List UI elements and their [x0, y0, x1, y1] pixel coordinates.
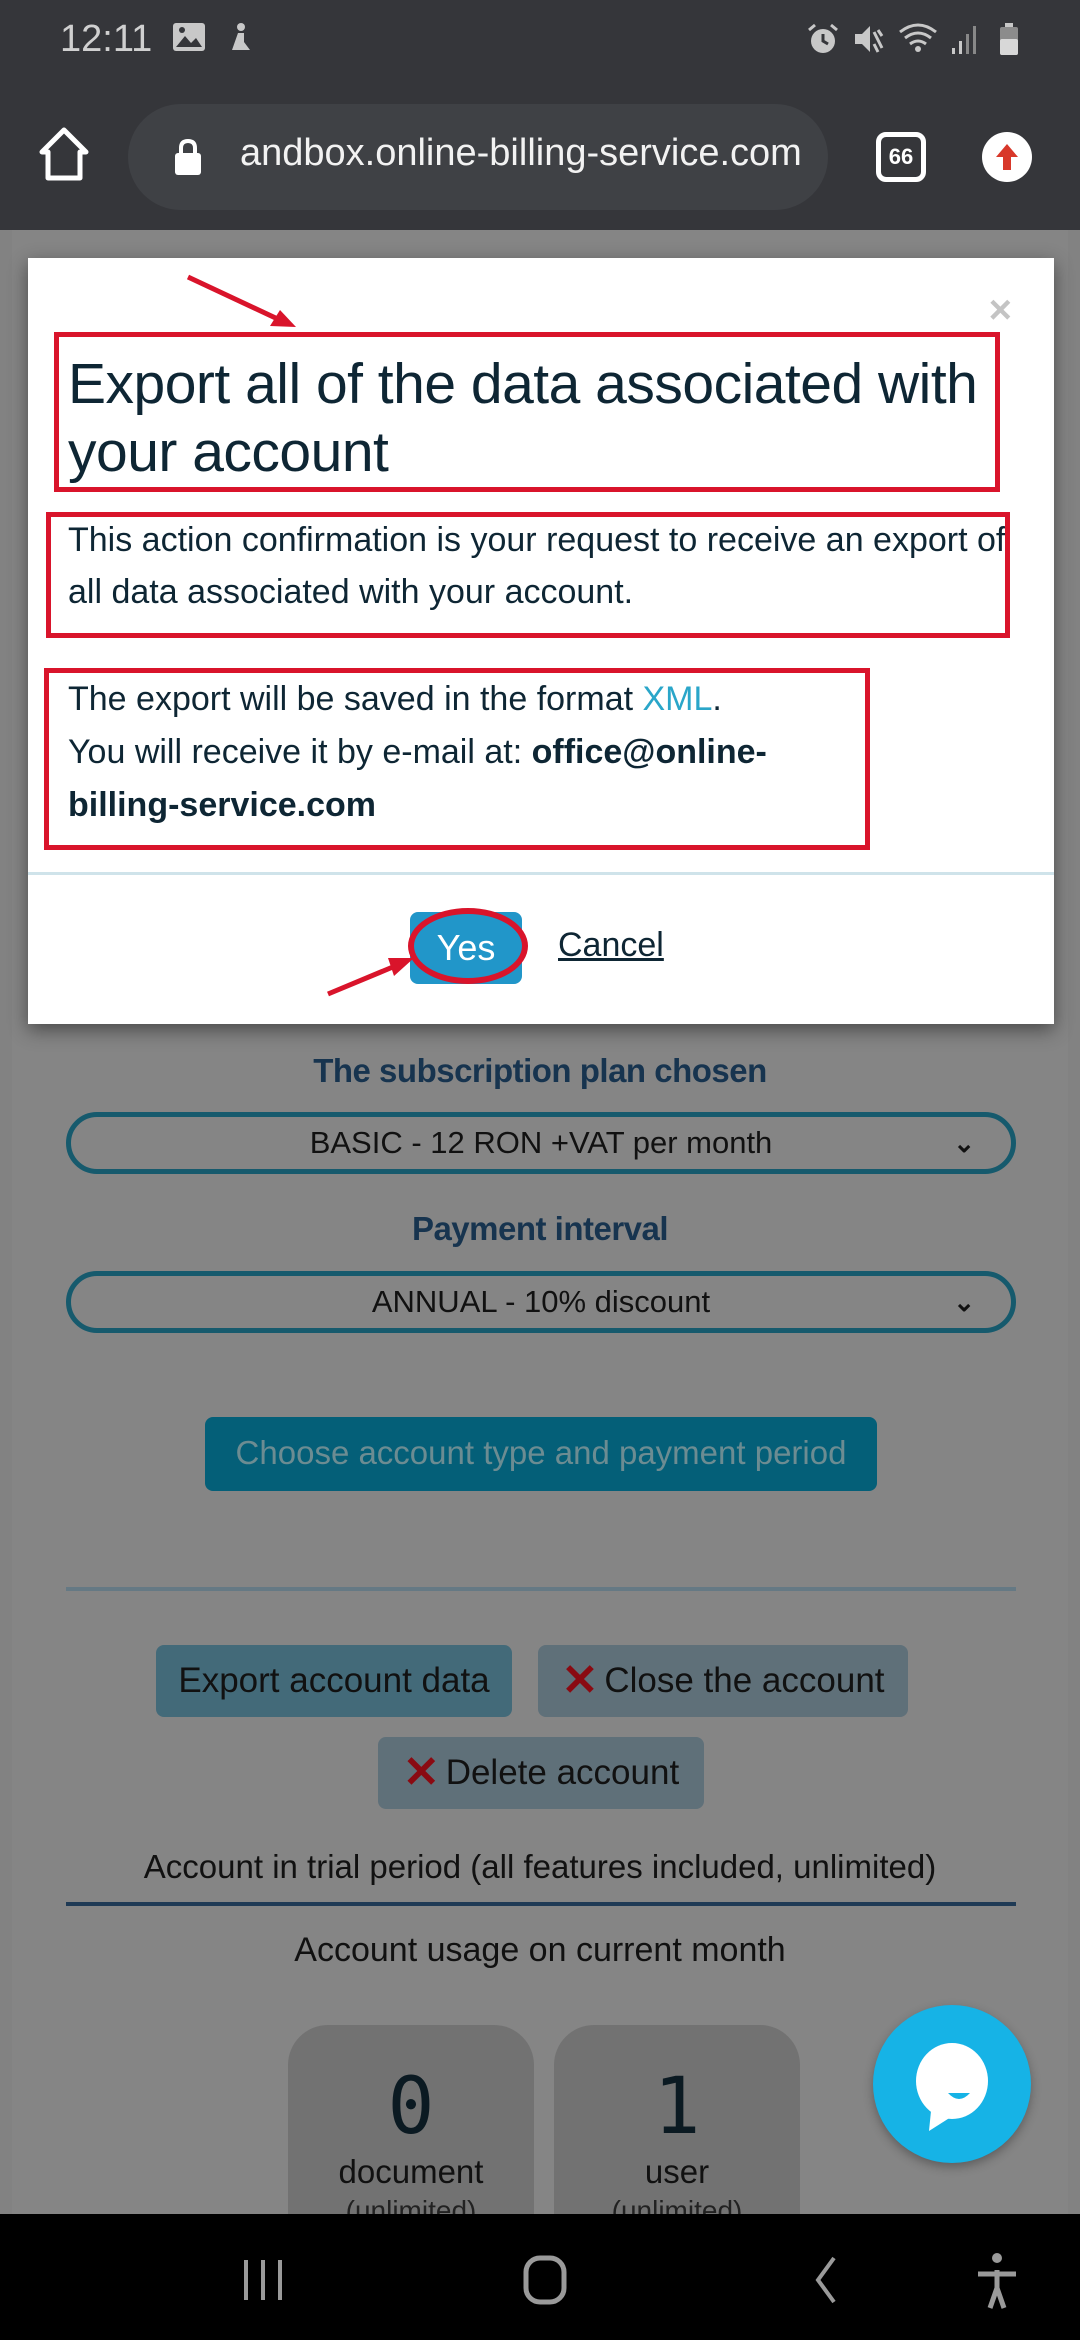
subscription-plan-label: The subscription plan chosen — [313, 1052, 767, 1089]
delete-account-label: Delete account — [445, 1753, 680, 1792]
close-modal-button[interactable]: × — [989, 288, 1012, 333]
export-account-data-label: Export account data — [178, 1661, 490, 1700]
chat-widget-button[interactable] — [873, 2005, 1031, 2163]
url-text[interactable]: andbox.online-billing-service.com — [240, 132, 802, 175]
choose-account-type-button[interactable]: Choose account type and payment period — [205, 1417, 877, 1491]
subscription-plan-value: BASIC - 12 RON +VAT per month — [309, 1125, 773, 1160]
gallery-icon — [172, 22, 206, 60]
browser-toolbar: andbox.online-billing-service.com 66 — [0, 84, 1080, 230]
tab-switcher-button[interactable]: 66 — [876, 132, 926, 182]
usage-title: Account usage on current month — [294, 1931, 786, 1969]
home-button[interactable] — [36, 124, 92, 184]
modal-divider — [28, 872, 1054, 875]
email-prefix: You will receive it by e-mail at: — [68, 733, 532, 771]
usage-label: document — [338, 2153, 484, 2190]
alarm-icon — [806, 22, 840, 64]
payment-interval-label: Payment interval — [411, 1210, 669, 1247]
modal-title: Export all of the data associated with y… — [68, 352, 978, 484]
close-account-label: Close the account — [604, 1661, 885, 1700]
signal-icon — [950, 22, 980, 64]
accessibility-notification-icon — [226, 22, 256, 64]
accessibility-button[interactable] — [962, 2244, 1032, 2314]
export-confirmation-modal: × Export all of the data associated with… — [28, 258, 1054, 1024]
status-bar: 12:11 — [0, 0, 1080, 84]
home-nav-icon — [523, 2255, 567, 2305]
recent-apps-icon — [244, 2260, 282, 2300]
modal-export-details: The export will be saved in the format X… — [68, 673, 868, 832]
usage-card-documents: 0 document (unlimited) — [288, 2025, 534, 2245]
mute-icon — [852, 22, 886, 64]
recent-apps-button[interactable] — [228, 2244, 298, 2314]
delete-account-button[interactable]: ✕ Delete account — [378, 1737, 704, 1809]
delete-x-icon: ✕ — [402, 1748, 440, 1797]
status-time: 12:11 — [60, 18, 153, 60]
address-bar[interactable]: andbox.online-billing-service.com — [128, 104, 828, 210]
accessibility-icon — [978, 2253, 1016, 2309]
export-account-data-button[interactable]: Export account data — [156, 1645, 512, 1717]
chat-bubble-icon — [916, 2043, 988, 2131]
subscription-plan-select[interactable]: BASIC - 12 RON +VAT per month ⌄ — [66, 1112, 1016, 1174]
back-icon — [815, 2256, 836, 2304]
update-button[interactable] — [982, 132, 1032, 182]
payment-interval-select[interactable]: ANNUAL - 10% discount ⌄ — [66, 1271, 1016, 1333]
battery-icon — [998, 22, 1020, 64]
wifi-icon — [898, 22, 938, 64]
chevron-down-icon: ⌄ — [953, 1128, 975, 1158]
format-value: XML — [642, 680, 713, 718]
divider — [66, 1587, 1016, 1591]
usage-value: 0 — [387, 2062, 435, 2152]
system-navigation-bar — [0, 2214, 1080, 2340]
divider — [66, 1902, 1016, 1906]
format-suffix: . — [712, 680, 722, 718]
usage-label: user — [644, 2153, 710, 2190]
yes-button[interactable]: Yes — [410, 912, 522, 984]
usage-card-users: 1 user (unlimited) — [554, 2025, 800, 2245]
trial-status-text: Account in trial period (all features in… — [143, 1848, 937, 1885]
back-button[interactable] — [790, 2244, 860, 2314]
lock-icon — [174, 138, 202, 176]
usage-value: 1 — [653, 2062, 701, 2152]
payment-interval-value: ANNUAL - 10% discount — [371, 1284, 711, 1319]
close-x-icon: ✕ — [561, 1656, 599, 1705]
modal-description: This action confirmation is your request… — [68, 521, 1006, 611]
home-icon — [39, 127, 89, 181]
chevron-down-icon: ⌄ — [953, 1287, 975, 1317]
arrow-up-icon — [996, 144, 1018, 170]
cancel-link[interactable]: Cancel — [558, 926, 664, 965]
close-account-button[interactable]: ✕ Close the account — [538, 1645, 908, 1717]
home-nav-button[interactable] — [510, 2244, 580, 2314]
format-prefix: The export will be saved in the format — [68, 680, 643, 718]
